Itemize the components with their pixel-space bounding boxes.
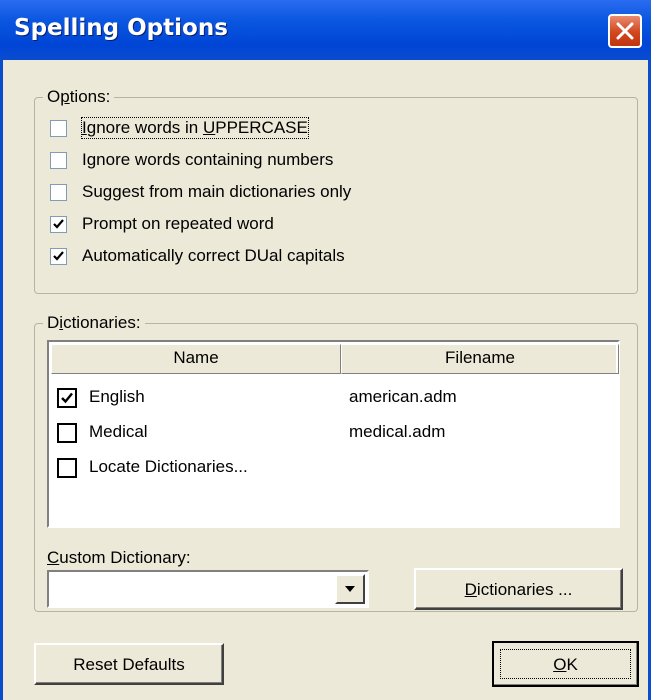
dictionary-checkbox[interactable] [57,458,77,478]
spelling-options-dialog: Spelling Options Options: Ignore words i… [0,0,651,700]
close-icon [616,22,634,40]
column-header-name[interactable]: Name [51,344,341,374]
checkbox-box[interactable] [50,248,67,265]
title-bar[interactable]: Spelling Options [0,0,651,60]
options-legend: Options: [47,87,111,106]
dictionaries-legend: Dictionaries: [47,313,141,332]
checkbox-box[interactable] [50,216,67,233]
dictionary-checkbox[interactable] [57,423,77,443]
dictionary-filename: american.adm [349,387,457,406]
dictionary-row-medical[interactable]: Medical medical.adm [57,419,577,449]
dictionaries-button[interactable]: Dictionaries ... [414,568,623,610]
dictionary-checkbox[interactable] [57,388,77,408]
chevron-down-icon [345,586,355,592]
combo-dropdown-button[interactable] [335,574,365,604]
checkmark-icon [53,251,64,261]
ok-button[interactable]: OK [492,641,639,687]
ignore-uppercase-label[interactable]: Ignore words in UPPERCASE [81,117,309,139]
dictionary-row-locate[interactable]: Locate Dictionaries... [57,454,577,484]
dictionary-row-english[interactable]: English american.adm [57,384,577,414]
checkmark-icon [53,219,64,229]
list-header: Name Filename [51,344,619,374]
dictionary-name: English [89,387,145,406]
checkmark-icon [61,392,73,404]
checkbox-box[interactable] [50,120,67,137]
custom-dictionary-label: Custom Dictionary: [47,548,191,567]
checkbox-box[interactable] [50,184,67,201]
dictionary-name: Medical [89,422,148,441]
focus-rect [500,649,631,679]
custom-dictionary-combo[interactable] [47,570,369,608]
close-button[interactable] [608,14,642,48]
main-dictionaries-only-label[interactable]: Suggest from main dictionaries only [82,182,351,202]
window-title: Spelling Options [14,15,228,41]
ignore-numbers-label[interactable]: Ignore words containing numbers [82,150,333,170]
checkbox-box[interactable] [50,152,67,169]
dictionaries-list[interactable]: Name Filename English american.adm Medic… [47,340,620,528]
dictionary-filename: medical.adm [349,422,446,441]
reset-defaults-button[interactable]: Reset Defaults [34,643,224,685]
dictionary-name: Locate Dictionaries... [89,457,248,476]
correct-dual-capitals-label[interactable]: Automatically correct DUal capitals [82,246,345,266]
column-header-filename[interactable]: Filename [341,344,619,374]
prompt-repeated-word-label[interactable]: Prompt on repeated word [82,214,274,234]
